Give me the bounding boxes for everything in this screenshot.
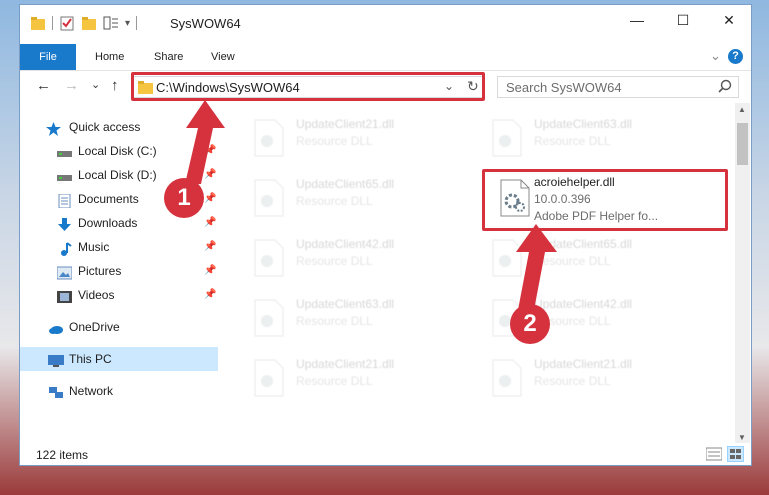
arrow-2-shape — [516, 224, 557, 310]
arrow-1-shape — [185, 100, 225, 184]
step-1-marker: 1 — [164, 178, 204, 218]
annotation-arrows — [185, 100, 557, 310]
step-2-marker: 2 — [510, 304, 550, 344]
